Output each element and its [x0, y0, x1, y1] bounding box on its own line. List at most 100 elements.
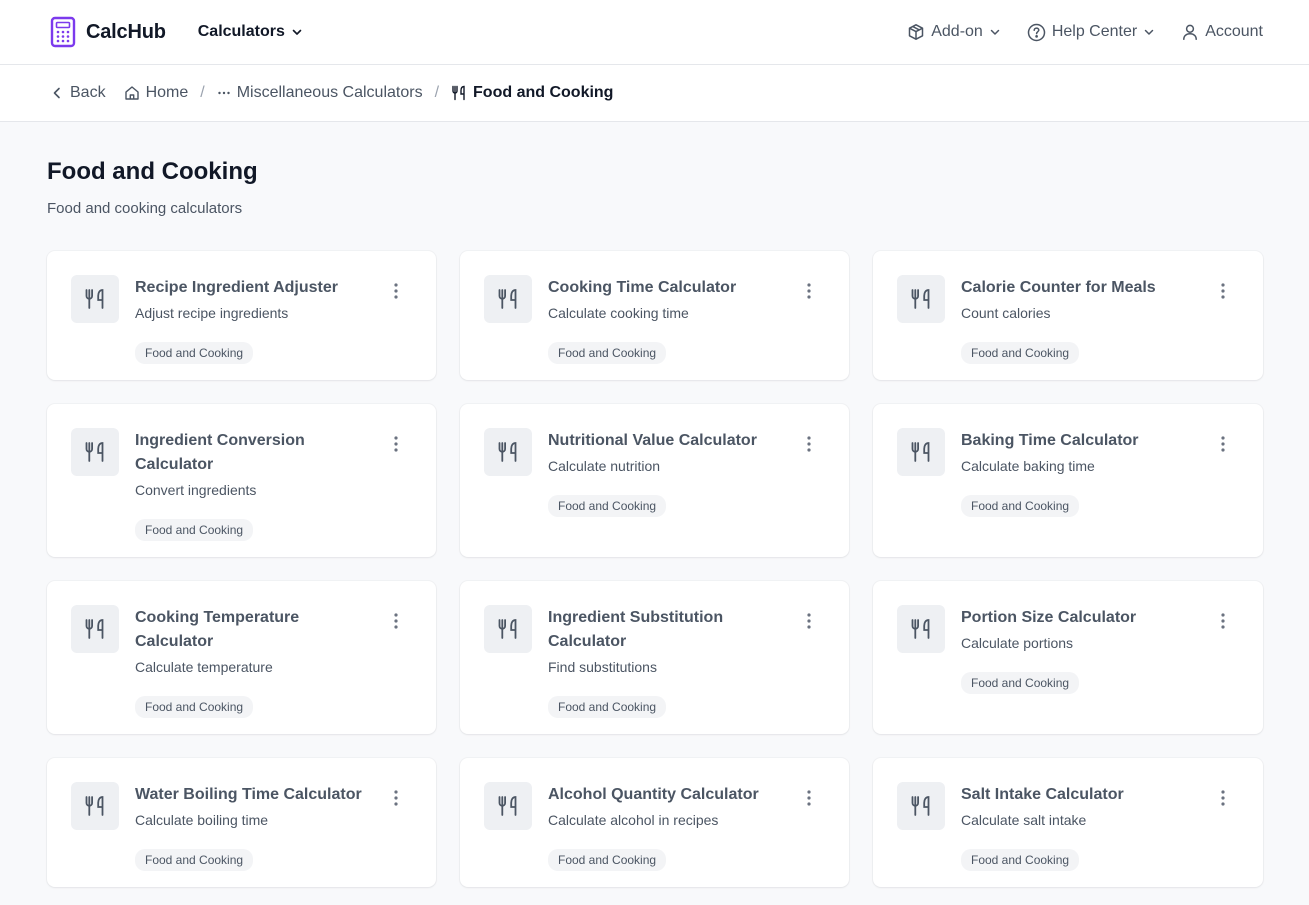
- utensils-icon: [897, 782, 945, 830]
- card-title: Cooking Temperature Calculator: [135, 609, 300, 650]
- calculator-card[interactable]: Recipe Ingredient Adjuster Adjust recipe…: [47, 251, 436, 380]
- calculator-card[interactable]: Water Boiling Time Calculator Calculate …: [47, 758, 436, 887]
- more-vertical-icon[interactable]: [801, 281, 817, 301]
- chevron-down-icon: [1143, 26, 1155, 38]
- calculator-card[interactable]: Cooking Temperature Calculator Calculate…: [47, 581, 436, 734]
- breadcrumb: Back Home / Miscellaneous Calculators / …: [0, 65, 1309, 122]
- calculator-card[interactable]: Cooking Time Calculator Calculate cookin…: [460, 251, 849, 380]
- more-vertical-icon[interactable]: [801, 788, 817, 808]
- utensils-icon: [71, 605, 119, 653]
- utensils-icon: [484, 605, 532, 653]
- card-description: Calculate salt intake: [961, 812, 1087, 828]
- calculator-card[interactable]: Baking Time Calculator Calculate baking …: [873, 404, 1263, 557]
- card-description: Adjust recipe ingredients: [135, 305, 289, 321]
- breadcrumb-separator: /: [200, 84, 205, 101]
- account-menu[interactable]: Account: [1181, 23, 1263, 41]
- addon-dropdown[interactable]: Add-on: [907, 23, 1001, 41]
- category-tag: Food and Cooking: [548, 849, 667, 871]
- card-title: Nutritional Value Calculator: [548, 432, 757, 449]
- help-circle-icon: [1027, 23, 1046, 42]
- nav-right-group: Add-on Help Center Account: [907, 23, 1263, 42]
- category-tag: Food and Cooking: [135, 342, 254, 364]
- utensils-icon: [451, 85, 467, 101]
- card-description: Convert ingredients: [135, 482, 257, 498]
- category-tag: Food and Cooking: [961, 849, 1080, 871]
- card-title: Ingredient Conversion Calculator: [135, 432, 305, 473]
- chevron-left-icon: [50, 86, 64, 100]
- calculator-card[interactable]: Portion Size Calculator Calculate portio…: [873, 581, 1263, 734]
- card-title: Salt Intake Calculator: [961, 786, 1124, 803]
- card-description: Calculate temperature: [135, 659, 273, 675]
- card-title: Alcohol Quantity Calculator: [548, 786, 759, 803]
- user-icon: [1181, 23, 1199, 41]
- category-tag: Food and Cooking: [961, 672, 1080, 694]
- card-title: Cooking Time Calculator: [548, 279, 737, 296]
- account-label: Account: [1205, 23, 1263, 40]
- more-vertical-icon[interactable]: [388, 611, 404, 631]
- calculator-card[interactable]: Alcohol Quantity Calculator Calculate al…: [460, 758, 849, 887]
- breadcrumb-parent-label: Miscellaneous Calculators: [236, 84, 423, 101]
- home-icon: [124, 85, 140, 101]
- calculators-dropdown[interactable]: Calculators: [198, 23, 303, 41]
- brand-name: CalcHub: [86, 20, 166, 43]
- back-label: Back: [70, 84, 106, 101]
- calculator-grid: Recipe Ingredient Adjuster Adjust recipe…: [47, 251, 1263, 887]
- help-center-dropdown[interactable]: Help Center: [1027, 23, 1155, 42]
- page-title: Food and Cooking: [47, 158, 258, 185]
- utensils-icon: [897, 428, 945, 476]
- package-icon: [907, 23, 925, 41]
- utensils-icon: [484, 428, 532, 476]
- calculator-card[interactable]: Salt Intake Calculator Calculate salt in…: [873, 758, 1263, 887]
- breadcrumb-home-label: Home: [145, 84, 189, 101]
- card-title: Water Boiling Time Calculator: [135, 786, 362, 803]
- calculator-card[interactable]: Ingredient Substitution Calculator Find …: [460, 581, 849, 734]
- card-title: Calorie Counter for Meals: [961, 279, 1156, 296]
- card-description: Calculate portions: [961, 635, 1074, 651]
- more-vertical-icon[interactable]: [388, 434, 404, 454]
- main-content: Food and Cooking Food and cooking calcul…: [0, 122, 1309, 887]
- card-description: Find substitutions: [548, 659, 657, 675]
- card-description: Calculate nutrition: [548, 458, 661, 474]
- card-title: Portion Size Calculator: [961, 609, 1137, 626]
- card-title: Baking Time Calculator: [961, 432, 1139, 449]
- page-subtitle: Food and cooking calculators: [47, 200, 243, 217]
- category-tag: Food and Cooking: [135, 519, 254, 541]
- category-tag: Food and Cooking: [548, 696, 667, 718]
- category-tag: Food and Cooking: [961, 342, 1080, 364]
- utensils-icon: [71, 782, 119, 830]
- more-vertical-icon[interactable]: [388, 788, 404, 808]
- breadcrumb-home[interactable]: Home: [124, 84, 189, 102]
- card-description: Calculate baking time: [961, 458, 1095, 474]
- more-vertical-icon[interactable]: [801, 434, 817, 454]
- utensils-icon: [897, 275, 945, 323]
- brand-logo[interactable]: CalcHub: [50, 16, 166, 48]
- card-title: Recipe Ingredient Adjuster: [135, 279, 338, 296]
- more-horizontal-icon: [217, 86, 231, 100]
- utensils-icon: [71, 275, 119, 323]
- utensils-icon: [484, 782, 532, 830]
- breadcrumb-separator: /: [434, 84, 440, 101]
- top-navbar: CalcHub Calculators Add-on Help Center A…: [0, 0, 1309, 65]
- category-tag: Food and Cooking: [961, 495, 1080, 517]
- card-description: Calculate boiling time: [135, 812, 269, 828]
- more-vertical-icon[interactable]: [1215, 788, 1231, 808]
- calculators-dropdown-label: Calculators: [197, 23, 285, 40]
- calculator-card[interactable]: Nutritional Value Calculator Calculate n…: [460, 404, 849, 557]
- back-link[interactable]: Back: [50, 84, 106, 102]
- category-tag: Food and Cooking: [135, 696, 254, 718]
- calculator-card[interactable]: Ingredient Conversion Calculator Convert…: [47, 404, 436, 557]
- category-tag: Food and Cooking: [135, 849, 254, 871]
- calculator-card[interactable]: Calorie Counter for Meals Count calories…: [873, 251, 1263, 380]
- chevron-down-icon: [989, 26, 1001, 38]
- card-description: Calculate cooking time: [548, 305, 689, 321]
- more-vertical-icon[interactable]: [1215, 434, 1231, 454]
- more-vertical-icon[interactable]: [1215, 281, 1231, 301]
- more-vertical-icon[interactable]: [388, 281, 404, 301]
- addon-label: Add-on: [931, 23, 983, 40]
- more-vertical-icon[interactable]: [1215, 611, 1231, 631]
- category-tag: Food and Cooking: [548, 495, 667, 517]
- more-vertical-icon[interactable]: [801, 611, 817, 631]
- breadcrumb-parent[interactable]: Miscellaneous Calculators: [217, 84, 423, 102]
- category-tag: Food and Cooking: [548, 342, 667, 364]
- card-description: Count calories: [961, 305, 1051, 321]
